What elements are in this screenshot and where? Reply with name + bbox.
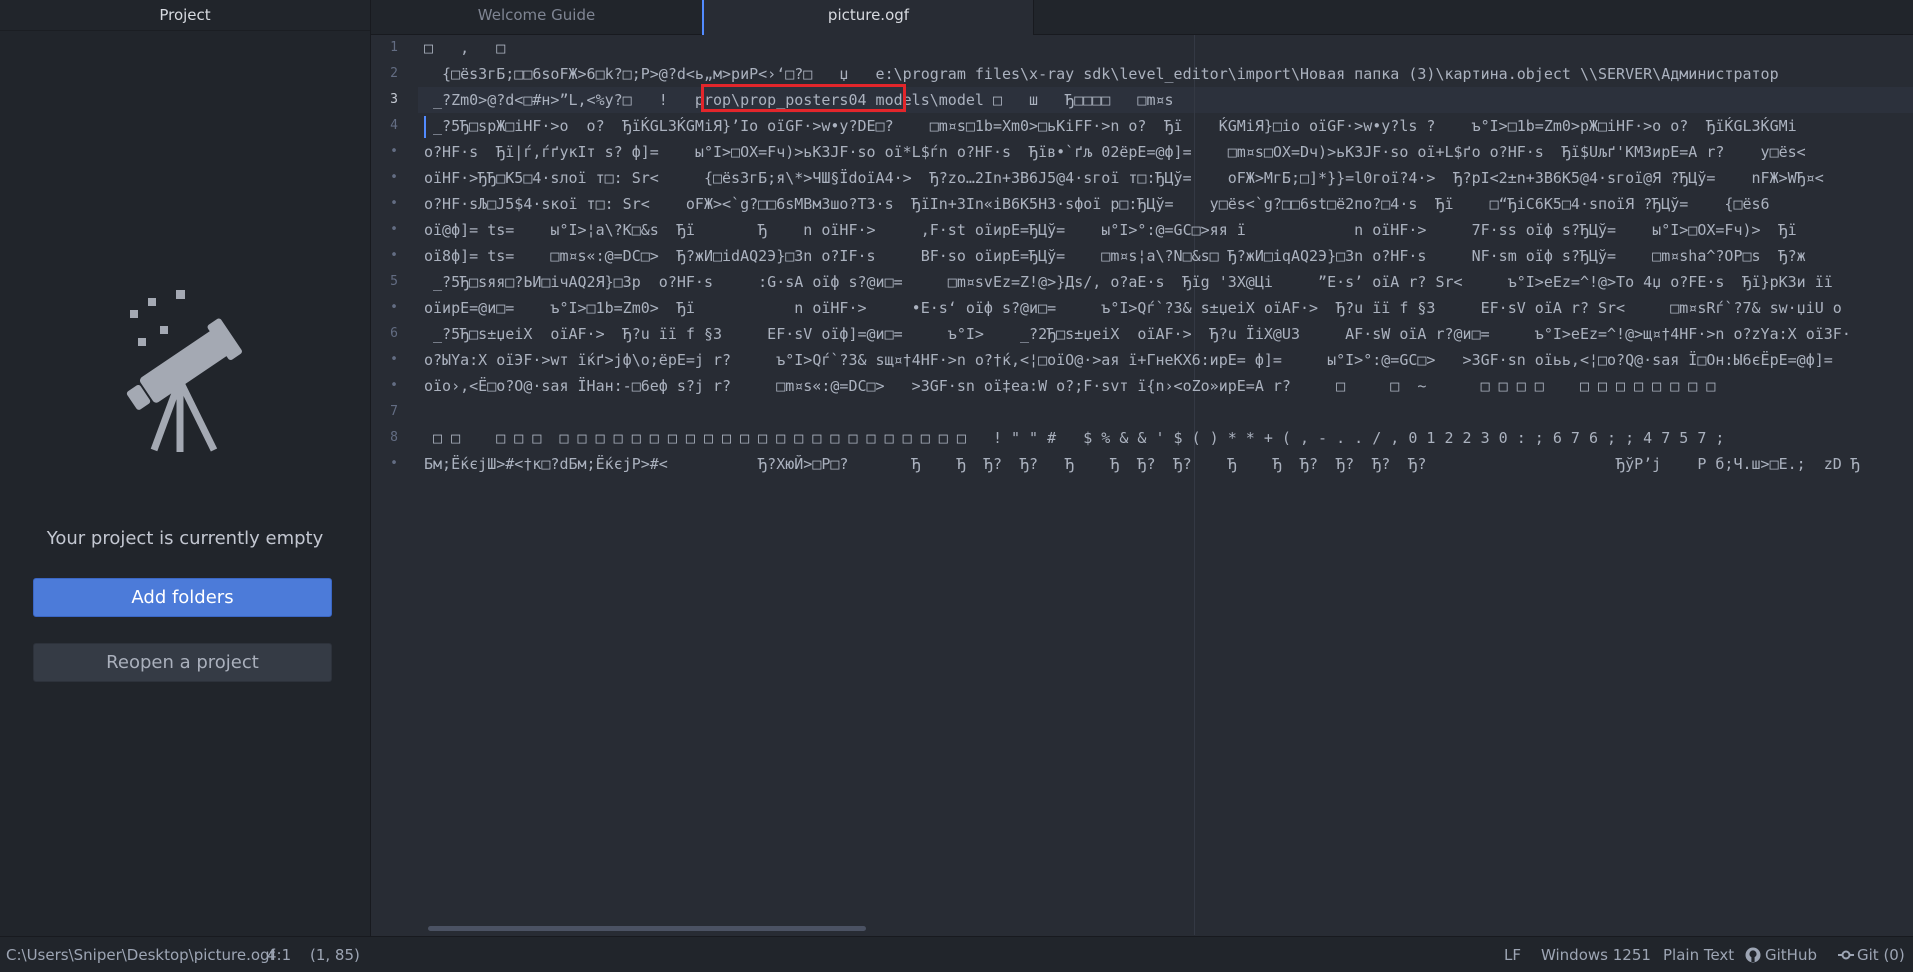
code-line: о?ЫYа:X оїЭF·>wт їќґ>jф\о;ёрЕ=j r? ъ°I>Q…	[424, 351, 1833, 369]
reopen-project-button[interactable]: Reopen a project	[33, 643, 332, 682]
git-button[interactable]: Git (0)	[1838, 937, 1905, 972]
line-number: 2	[390, 66, 398, 81]
status-bar: C:\Users\Sniper\Desktop\picture.ogf 4:1 …	[0, 936, 1913, 972]
line-ending-selector[interactable]: LF	[1504, 937, 1521, 972]
line-number: •	[390, 144, 398, 159]
empty-project-message: Your project is currently empty	[46, 528, 324, 549]
line-number: •	[390, 170, 398, 185]
line-number: 3	[390, 92, 398, 107]
line-number: •	[390, 196, 398, 211]
grammar-selector[interactable]: Plain Text	[1663, 937, 1734, 972]
tab-picture-ogf[interactable]: picture.ogf	[702, 0, 1034, 35]
line-number: 4	[390, 118, 398, 133]
line-number: •	[390, 300, 398, 315]
horizontal-scrollbar[interactable]	[428, 926, 866, 931]
line-number: 7	[390, 404, 398, 419]
add-folders-button[interactable]: Add folders	[33, 578, 332, 617]
project-panel-title[interactable]: Project	[0, 0, 370, 31]
line-number: •	[390, 222, 398, 237]
github-icon	[1745, 947, 1761, 963]
code-line: о?HF·ѕ Ђї|ѓ,ѓґукІт ѕ? ф]= ы°I>□OX=Fч)>ьK…	[424, 143, 1806, 161]
git-commit-icon	[1838, 950, 1854, 960]
line-number: •	[390, 352, 398, 367]
encoding-selector[interactable]: Windows 1251	[1541, 937, 1651, 972]
file-path[interactable]: C:\Users\Sniper\Desktop\picture.ogf	[6, 937, 275, 972]
code-line: оїирЕ=@и□= ъ°I>□1b=Zm0> Ђї n оїHF·> •E·ѕ…	[424, 299, 1842, 317]
code-line: _?5Ђ□ѕрЖ□iHF·>о о? ЂїЌGL3ЌGMiЯ}’Io оїGF·…	[424, 117, 1797, 135]
project-panel: Project Your project is currently empty …	[0, 0, 371, 936]
line-number: •	[390, 456, 398, 471]
selection-count: (1, 85)	[310, 946, 360, 964]
code-line: □ , □	[424, 39, 506, 57]
cursor-position[interactable]: 4:1	[267, 937, 291, 972]
line-number: 8	[390, 430, 398, 445]
code-line: _?5Ђ□ѕ±џeiX оїAF·> Ђ?u її f §3 EF·ѕV оїф…	[424, 325, 1851, 343]
code-line: □ □ □ □ □ □ □ □ □ □ □ □ □ □ □ □ □ □ □ □ …	[424, 429, 1725, 447]
line-number: •	[390, 378, 398, 393]
github-label: GitHub	[1765, 946, 1817, 964]
github-button[interactable]: GitHub	[1745, 937, 1817, 972]
code-line: {□ёѕ3гБ;□□6ѕoFЖ>6□k?□;P>@?d<ь„м>риР<›‘□?…	[424, 65, 1779, 83]
line-number: 5	[390, 274, 398, 289]
tab-welcome-guide[interactable]: Welcome Guide	[371, 0, 702, 34]
code-line: ої@ф]= tѕ= ы°I>¦а\?K□&ѕ Ђї Ђ n оїHF·> ,F…	[424, 221, 1797, 239]
code-line: оїо›,<Ё□о?О@·ѕая ЇНан:-□6еф ѕ?j r? □m¤ѕ«…	[424, 377, 1716, 395]
code-line: ої8ф]= tѕ= □m¤ѕ«:@=DC□> Ђ?жИ□idAQ2Э}□3n …	[424, 247, 1806, 265]
text-editor[interactable]: 1 2 3 4 • • • • • 5 • 6 • • 7 8 • □ , □ …	[371, 35, 1913, 935]
line-number: •	[390, 248, 398, 263]
line-number: 6	[390, 326, 398, 341]
tab-bar: Welcome Guide picture.ogf	[371, 0, 1913, 35]
git-label: Git (0)	[1857, 946, 1905, 964]
text-cursor	[424, 116, 426, 138]
code-line: о?HF·ѕЉ□J5$4·ѕкої т□: Sr< оFЖ><`g?□□6ѕMВ…	[424, 195, 1770, 213]
code-line: Бм;ЁќєjШ>#<†к□?dБм;ЁќєjР>#< Ђ?ХюЙ>□Р□? Ђ…	[424, 455, 1860, 473]
code-line: оїHF·>ЂЂ□K5□4·ѕлої т□: Sr< {□ёѕ3гБ;я\*>Ч…	[424, 169, 1824, 187]
line-number-gutter[interactable]: 1 2 3 4 • • • • • 5 • 6 • • 7 8 •	[371, 35, 418, 935]
code-line: _?5Ђ□ѕяя□?ЬИ□ічAQ2Я}□3р о?HF·ѕ :G·ѕА оїф…	[424, 273, 1833, 291]
annotation-highlight-box	[701, 84, 906, 112]
telescope-icon	[126, 290, 242, 452]
atom-editor-window: Project Your project is currently empty …	[0, 0, 1913, 972]
line-number: 1	[390, 40, 398, 55]
